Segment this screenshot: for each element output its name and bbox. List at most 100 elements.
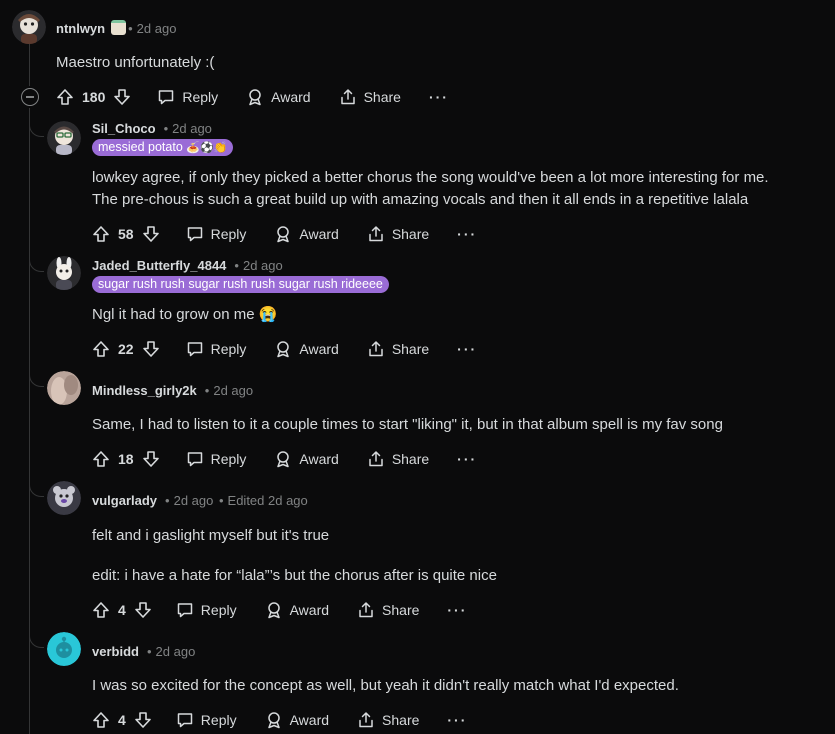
more-options-button[interactable]: ··· [447,712,467,728]
reply-icon [177,713,193,728]
award-button[interactable]: Award [274,450,339,468]
reply-button[interactable]: Reply [186,225,246,243]
thread-connector [29,259,44,272]
avatar[interactable] [47,481,81,515]
upvote-icon[interactable] [92,225,110,243]
vote-count: 18 [118,451,134,467]
username[interactable]: verbidd [92,644,139,659]
downvote-icon[interactable] [142,340,160,358]
more-options-button[interactable]: ··· [457,226,477,242]
share-icon [369,226,383,242]
comment-actions: 18 Reply Award Share ··· [92,447,477,471]
downvote-icon[interactable] [142,450,160,468]
comment-actions: 4 Reply Award Share ··· [92,598,467,622]
more-options-button[interactable]: ··· [457,341,477,357]
comment-meta: Sil_Choco • 2d ago [92,121,212,136]
flair-emoji: 🍝⚽👏 [186,142,228,154]
vote-control: 18 [92,450,160,468]
comment-body: lowkey agree, if only they picked a bett… [92,169,769,186]
vote-control: 22 [92,340,160,358]
upvote-icon[interactable] [92,711,110,729]
comment-meta: Mindless_girly2k • 2d ago [92,383,254,398]
downvote-icon[interactable] [134,711,152,729]
comment-actions: 22 Reply Award Share ··· [92,337,477,361]
more-options-button[interactable]: ··· [457,451,477,467]
share-button[interactable]: Share [367,450,429,468]
award-icon [277,341,290,358]
share-button[interactable]: Share [357,711,419,729]
comment-meta: verbidd • 2d ago [92,644,196,659]
comment-actions: 58 Reply Award Share ··· [92,222,477,246]
share-icon [369,341,383,357]
more-options-button[interactable]: ··· [429,89,449,105]
username[interactable]: Jaded_Butterfly_4844 [92,258,226,273]
share-icon [359,712,373,728]
more-options-button[interactable]: ··· [447,602,467,618]
user-flair: sugar rush rush sugar rush rush sugar ru… [92,276,389,293]
downvote-icon[interactable] [113,88,131,106]
downvote-icon[interactable] [134,601,152,619]
thread-connector [29,374,44,387]
share-button[interactable]: Share [339,88,401,106]
thread-line [29,44,30,86]
upvote-icon[interactable] [56,88,74,106]
reply-button[interactable]: Reply [186,450,246,468]
username[interactable]: Mindless_girly2k [92,383,197,398]
upvote-icon[interactable] [92,340,110,358]
timestamp[interactable]: 2d ago [174,493,214,508]
avatar[interactable] [47,371,81,405]
timestamp[interactable]: 2d ago [213,383,253,398]
award-button[interactable]: Award [274,340,339,358]
award-button[interactable]: Award [265,601,329,619]
cake-badge-icon [111,20,127,35]
avatar[interactable] [47,121,81,155]
comment-body: The pre-chous is such a great build up w… [92,191,749,208]
username[interactable]: Sil_Choco [92,121,156,136]
vote-control: 4 [92,711,152,729]
award-button[interactable]: Award [265,711,329,729]
avatar[interactable] [12,10,46,44]
reply-button[interactable]: Reply [176,711,237,729]
edited-timestamp: Edited 2d ago [227,493,308,508]
timestamp[interactable]: 2d ago [156,644,196,659]
vote-count: 180 [82,89,106,105]
collapse-thread-button[interactable] [21,88,39,106]
comment-body: edit: i have a hate for “lala”’s but the… [92,567,497,584]
username[interactable]: ntnlwyn [56,21,105,36]
timestamp[interactable]: 2d ago [172,121,212,136]
upvote-icon[interactable] [92,601,110,619]
reply-button[interactable]: Reply [157,88,218,106]
downvote-icon[interactable] [142,225,160,243]
timestamp[interactable]: 2d ago [137,21,177,36]
reply-icon [187,227,202,242]
avatar[interactable] [47,632,81,666]
share-button[interactable]: Share [357,601,419,619]
comment-meta: vulgarlady • 2d ago • Edited 2d ago [92,493,308,508]
vote-count: 58 [118,226,134,242]
award-icon [267,712,280,729]
timestamp[interactable]: 2d ago [243,258,283,273]
user-flair: messied potato 🍝⚽👏 [92,139,234,156]
thread-connector [29,484,44,497]
vote-count: 4 [118,602,126,618]
thread-connector [29,635,44,648]
comment-body: I was so excited for the concept as well… [92,677,679,694]
vote-count: 22 [118,341,134,357]
award-button[interactable]: Award [246,88,311,106]
reply-icon [177,603,193,618]
vote-count: 4 [118,712,126,728]
comment-meta: Jaded_Butterfly_4844 • 2d ago [92,258,283,273]
award-button[interactable]: Award [274,225,339,243]
vote-control: 58 [92,225,160,243]
share-button[interactable]: Share [367,225,429,243]
avatar[interactable] [47,256,81,290]
reply-button[interactable]: Reply [176,601,237,619]
reply-button[interactable]: Reply [186,340,246,358]
share-button[interactable]: Share [367,340,429,358]
comment-actions: 180 Reply Award Share ··· [56,85,449,109]
username[interactable]: vulgarlady [92,493,157,508]
share-icon [340,89,355,105]
comment-body: felt and i gaslight myself but it's true [92,527,330,544]
upvote-icon[interactable] [92,450,110,468]
vote-control: 4 [92,601,152,619]
